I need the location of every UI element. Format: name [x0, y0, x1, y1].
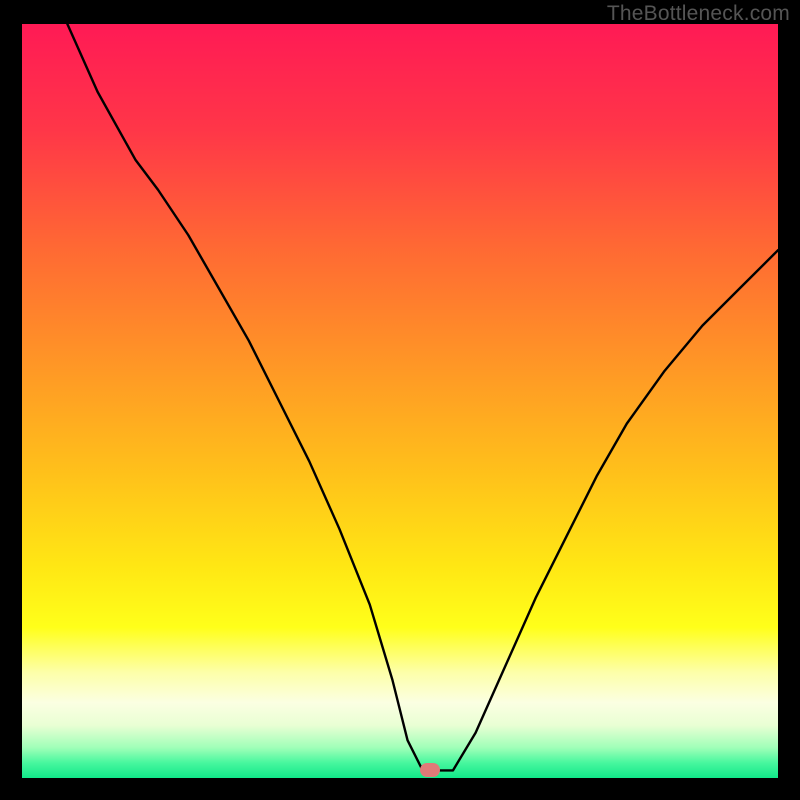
watermark-text: TheBottleneck.com [607, 2, 790, 26]
optimal-marker [420, 763, 440, 777]
plot-area [22, 24, 778, 778]
chart-frame: TheBottleneck.com [0, 0, 800, 800]
bottleneck-curve [22, 24, 778, 778]
